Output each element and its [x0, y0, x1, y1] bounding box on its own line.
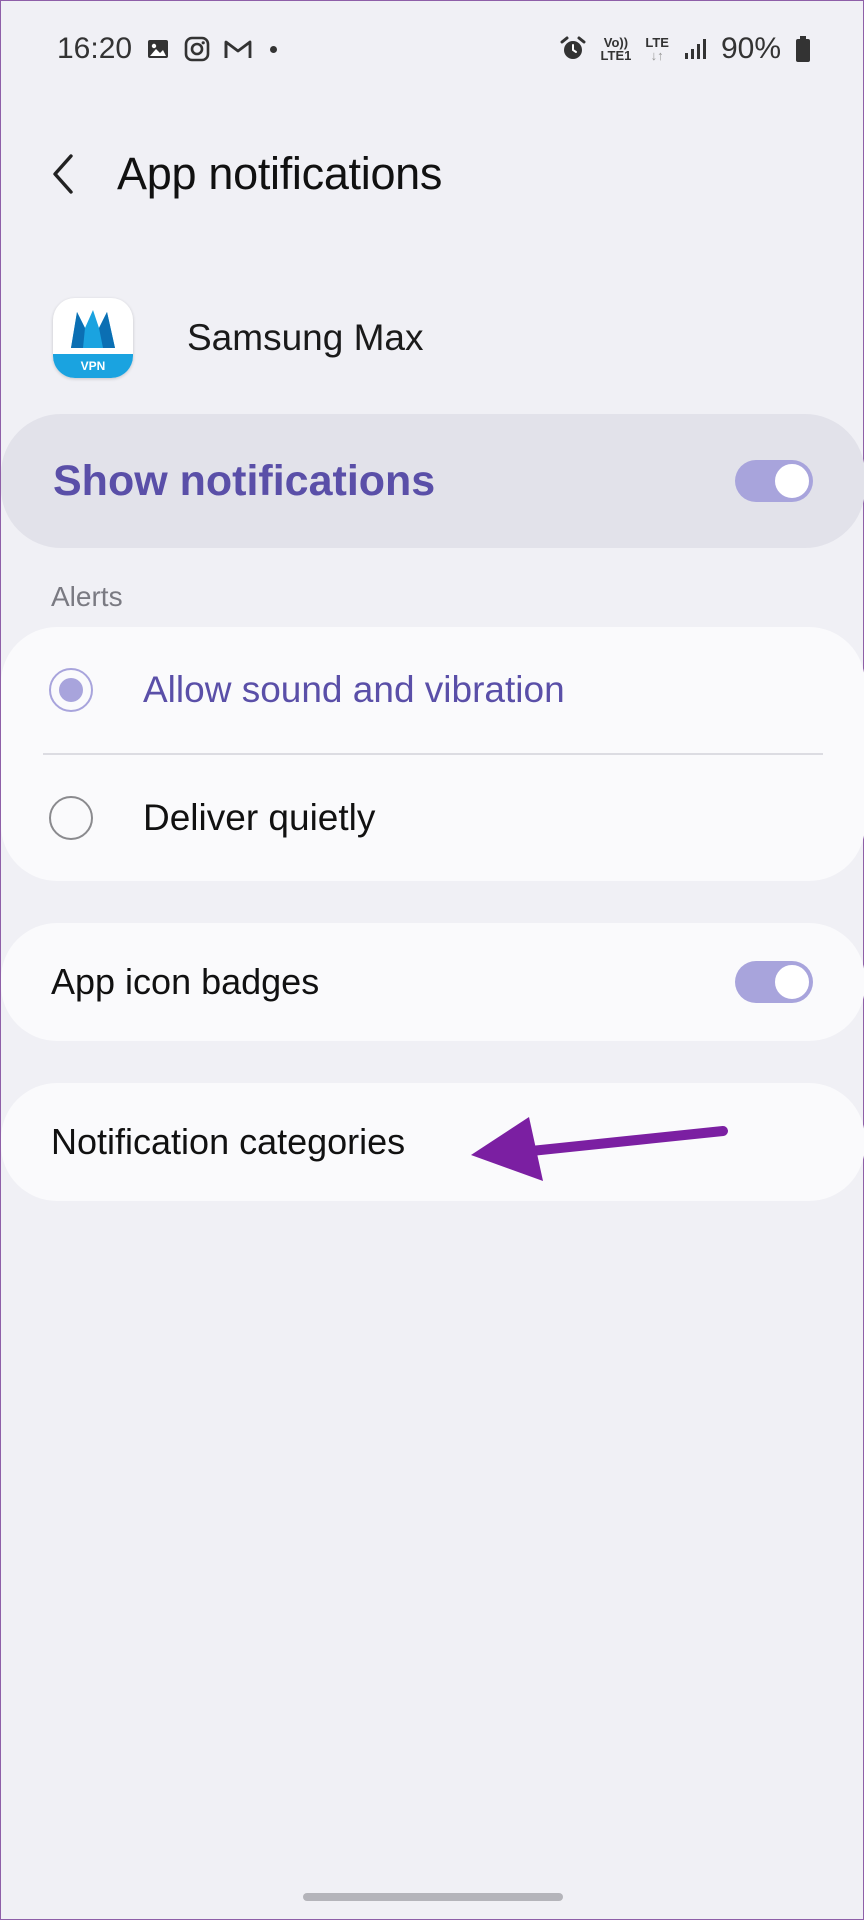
header: App notifications: [49, 139, 442, 209]
show-notifications-label: Show notifications: [53, 456, 436, 505]
battery-icon: [795, 35, 811, 63]
allow-sound-option[interactable]: Allow sound and vibration: [1, 627, 864, 753]
home-indicator[interactable]: [303, 1893, 563, 1901]
app-name: Samsung Max: [187, 317, 424, 358]
notification-dot-icon: [270, 45, 278, 53]
app-icon-badges-label: App icon badges: [51, 961, 320, 1002]
app-icon-badges-row[interactable]: App icon badges: [1, 923, 864, 1041]
toggle-knob: [773, 963, 811, 1001]
app-icon-vpn-text: VPN: [80, 359, 106, 373]
volte-indicator: Vo)) LTE1: [601, 36, 632, 62]
allow-sound-radio[interactable]: [49, 668, 93, 712]
gallery-icon: [146, 37, 170, 61]
annotation-arrow-icon: [471, 1117, 728, 1181]
alerts-card: Allow sound and vibration Deliver quietl…: [1, 627, 864, 881]
app-icon-badges-toggle[interactable]: [735, 961, 813, 1003]
show-notifications-row[interactable]: Show notifications: [1, 414, 864, 548]
deliver-quietly-label: Deliver quietly: [143, 797, 376, 838]
app-info-row: VPN Samsung Max: [53, 297, 424, 379]
deliver-quietly-option[interactable]: Deliver quietly: [1, 755, 864, 881]
allow-sound-label: Allow sound and vibration: [143, 669, 565, 710]
show-notifications-toggle[interactable]: [735, 460, 813, 502]
deliver-quietly-radio[interactable]: [49, 796, 93, 840]
status-time: 16:20: [57, 32, 133, 65]
status-bar: 16:20 Vo)) LTE1 LTE ↓↑ 90%: [57, 23, 811, 75]
chevron-left-icon: [53, 154, 73, 194]
page-title: App notifications: [117, 148, 443, 199]
signal-icon: [683, 37, 707, 61]
lte-indicator: LTE ↓↑: [645, 36, 669, 62]
alerts-section-label: Alerts: [51, 581, 123, 612]
screen: 16:20 Vo)) LTE1 LTE ↓↑ 90% App notificat…: [0, 0, 864, 1920]
notification-categories-label: Notification categories: [51, 1121, 406, 1162]
lte-arrows-text: ↓↑: [650, 48, 664, 63]
notification-categories-row[interactable]: Notification categories: [1, 1083, 864, 1201]
toggle-knob: [773, 462, 811, 500]
volte-bottom-text: LTE1: [600, 48, 632, 63]
back-button[interactable]: [49, 144, 89, 204]
gmail-icon: [224, 38, 252, 60]
status-right: Vo)) LTE1 LTE ↓↑ 90%: [559, 32, 811, 66]
instagram-icon: [184, 36, 210, 62]
status-left: 16:20: [57, 32, 278, 66]
battery-percent: 90%: [720, 32, 781, 65]
alarm-icon: [559, 35, 587, 63]
samsung-max-app-icon: VPN: [53, 298, 133, 378]
